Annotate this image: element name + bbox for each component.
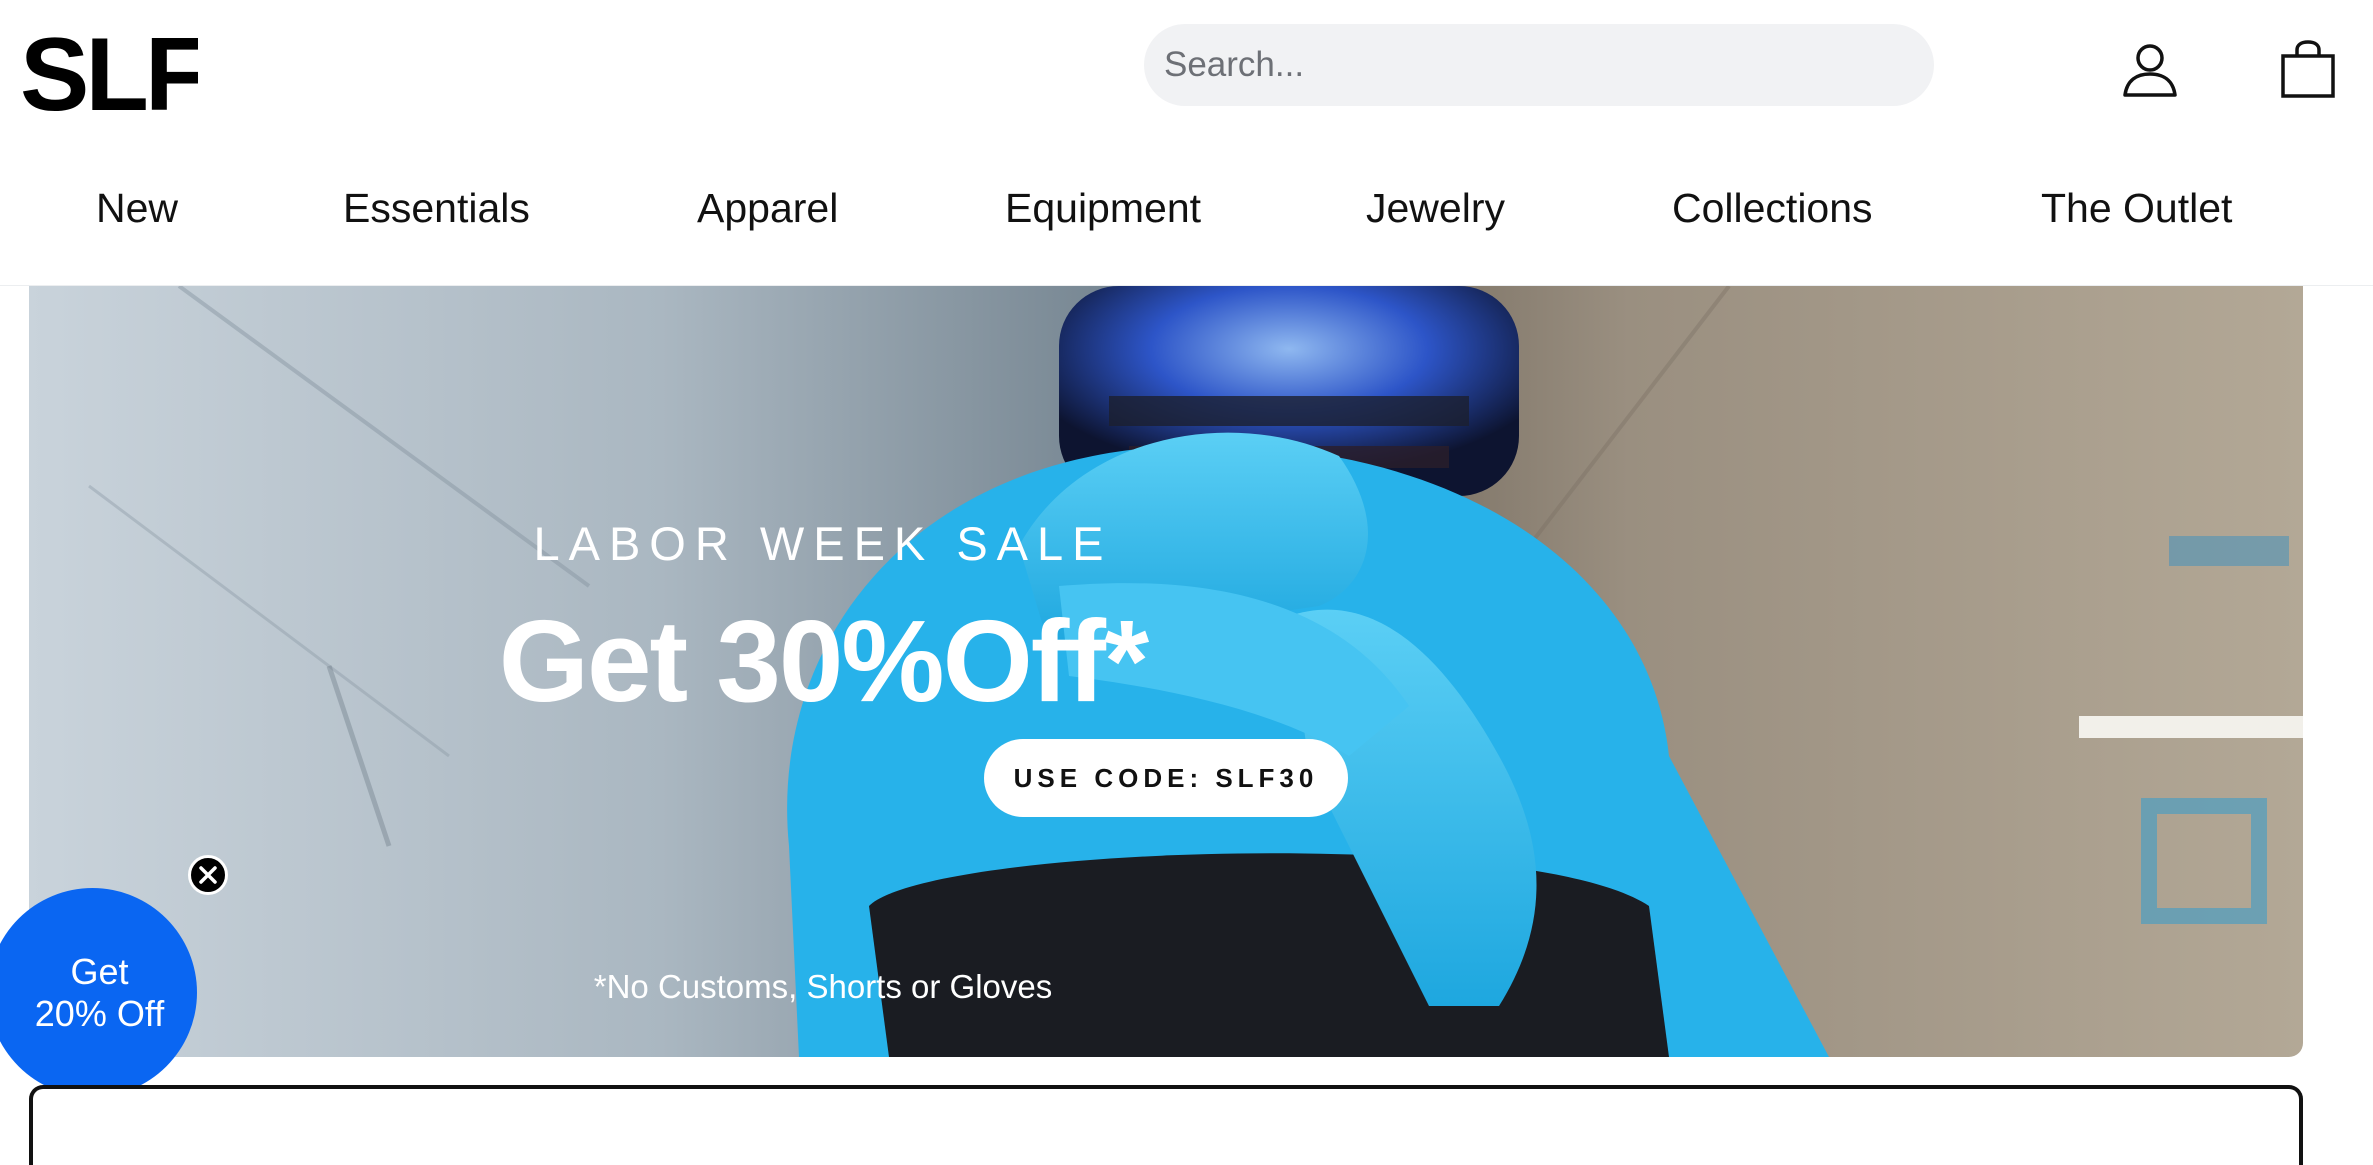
offer-close-button[interactable] xyxy=(188,855,228,895)
nav-item-new[interactable]: New xyxy=(96,176,178,240)
promo-code-button[interactable]: USE CODE: SLF30 xyxy=(984,739,1348,817)
hero-disclaimer: *No Customs, Shorts or Gloves xyxy=(593,968,1053,1005)
main-navigation: New Essentials Apparel Equipment Jewelry… xyxy=(0,176,2373,240)
close-icon xyxy=(199,866,217,884)
nav-item-jewelry[interactable]: Jewelry xyxy=(1366,176,1505,240)
nav-item-the-outlet[interactable]: The Outlet xyxy=(2041,176,2232,240)
hero-title: Get 30%Off* xyxy=(498,596,1149,726)
logo-text: SLF xyxy=(20,30,198,118)
nav-item-essentials[interactable]: Essentials xyxy=(343,176,530,240)
hero-banner[interactable]: LABOR WEEK SALE Get 30%Off* USE CODE: SL… xyxy=(29,286,2303,1057)
discount-offer-badge[interactable]: Get 20% Off xyxy=(0,888,197,1097)
search-input[interactable] xyxy=(1164,45,1934,85)
offer-badge-text: Get 20% Off xyxy=(34,950,165,1034)
hero-eyebrow: LABOR WEEK SALE xyxy=(533,517,1113,570)
shopping-bag-icon xyxy=(2281,40,2335,98)
nav-item-collections[interactable]: Collections xyxy=(1672,176,1873,240)
site-header: SLF New Essentials Apparel Equipment Jew… xyxy=(0,0,2373,286)
user-icon xyxy=(2123,44,2177,97)
search-bar[interactable] xyxy=(1144,24,1934,106)
nav-item-apparel[interactable]: Apparel xyxy=(697,176,838,240)
nav-item-equipment[interactable]: Equipment xyxy=(1005,176,1201,240)
account-button[interactable] xyxy=(2117,36,2183,102)
cart-button[interactable] xyxy=(2275,36,2341,102)
next-section-card xyxy=(29,1085,2303,1165)
brand-logo[interactable]: SLF xyxy=(20,30,198,118)
